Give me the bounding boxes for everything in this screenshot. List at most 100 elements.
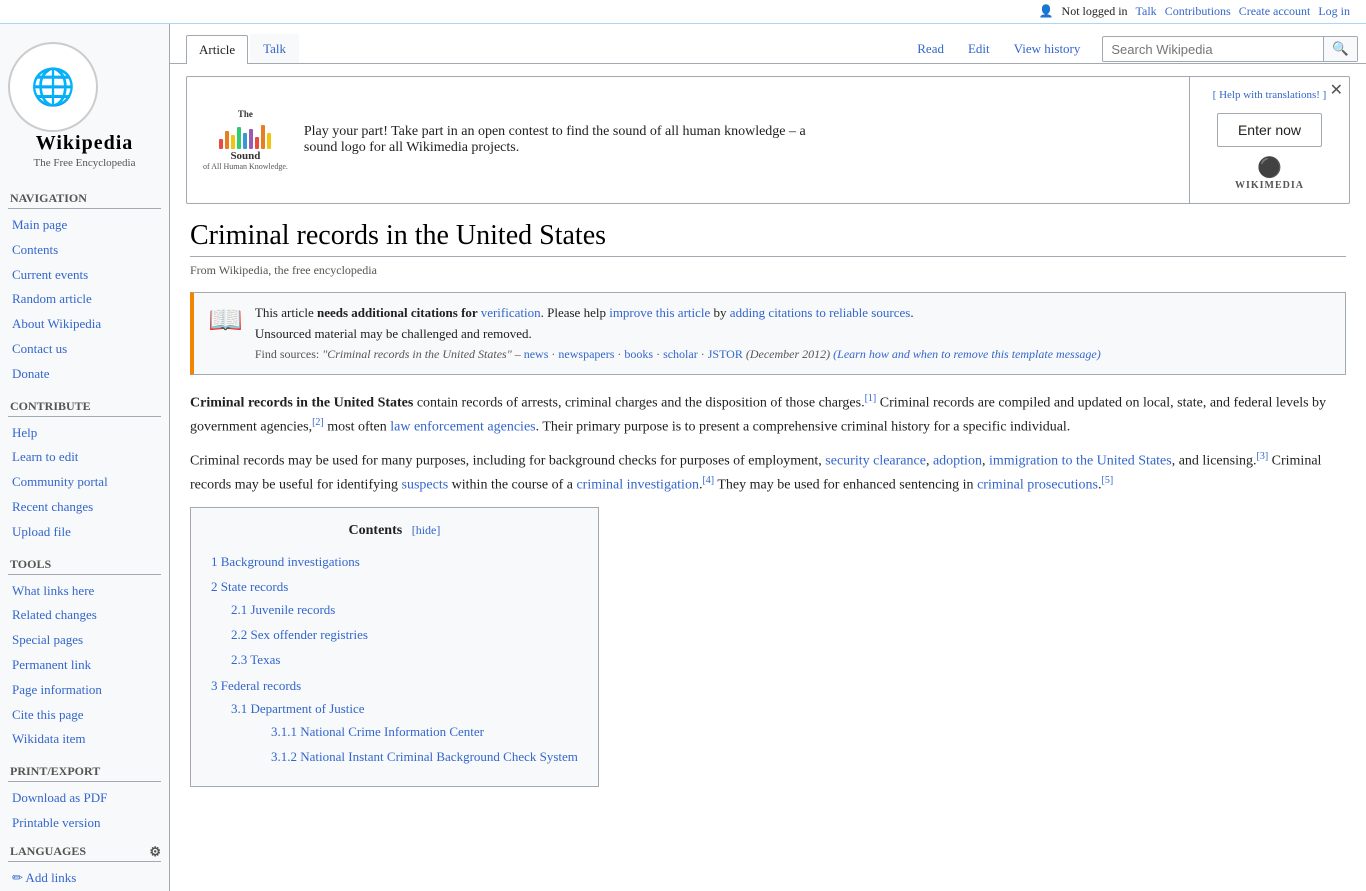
- contributions-link[interactable]: Contributions: [1165, 4, 1231, 19]
- list-item: 3.1.1 National Crime Information Center: [271, 720, 578, 745]
- find-sources: Find sources: "Criminal records in the U…: [255, 345, 1101, 364]
- sidebar-item-donate[interactable]: Donate: [8, 362, 161, 387]
- gear-icon[interactable]: ⚙: [149, 844, 161, 860]
- cite-2[interactable]: [2]: [312, 417, 324, 428]
- create-account-link[interactable]: Create account: [1239, 4, 1311, 19]
- citation-text: This article needs additional citations …: [255, 303, 1101, 364]
- newspapers-link[interactable]: newspapers: [558, 347, 614, 361]
- tab-view-history[interactable]: View history: [1004, 35, 1091, 63]
- article-subtitle: From Wikipedia, the free encyclopedia: [190, 263, 1346, 278]
- list-item: 3.1.2 National Instant Criminal Backgrou…: [271, 745, 578, 770]
- banner-logo: The Sound of Al: [203, 109, 288, 171]
- banner-right: [ Help with translations! ] Enter now ⚫ …: [1189, 77, 1349, 203]
- log-in-link[interactable]: Log in: [1318, 4, 1350, 19]
- contents-title: Contents [hide]: [211, 520, 578, 542]
- print-section: Print/export Download as PDF Printable v…: [8, 764, 161, 836]
- sidebar-item-main-page[interactable]: Main page: [8, 213, 161, 238]
- tools-title: Tools: [8, 557, 161, 575]
- logo-title: Wikipedia: [8, 132, 161, 155]
- sidebar-item-what-links-here[interactable]: What links here: [8, 579, 161, 604]
- tab-edit[interactable]: Edit: [958, 35, 1000, 63]
- tabs-bar: Article Talk Read Edit View history 🔍: [170, 24, 1366, 64]
- talk-link[interactable]: Talk: [1136, 4, 1157, 19]
- close-icon[interactable]: ✕: [1330, 83, 1343, 99]
- banner-main: The Sound of Al: [187, 77, 1189, 203]
- sidebar-item-about-wikipedia[interactable]: About Wikipedia: [8, 312, 161, 337]
- languages-section: Languages ⚙ ✏ Add links: [8, 844, 161, 891]
- suspects-link[interactable]: suspects: [402, 478, 449, 493]
- news-link[interactable]: news: [524, 347, 549, 361]
- tabs-right: Read Edit View history 🔍: [907, 35, 1366, 63]
- contribute-title: Contribute: [8, 399, 161, 417]
- print-title: Print/export: [8, 764, 161, 782]
- criminal-prosecutions-link[interactable]: criminal prosecutions: [977, 478, 1098, 493]
- search-button[interactable]: 🔍: [1323, 37, 1357, 61]
- sidebar-item-random-article[interactable]: Random article: [8, 287, 161, 312]
- learn-how-link[interactable]: (Learn how and when to remove this templ…: [833, 347, 1101, 361]
- sidebar-item-help[interactable]: Help: [8, 421, 161, 446]
- book-icon: 📖: [208, 303, 243, 364]
- sidebar-item-wikidata-item[interactable]: Wikidata item: [8, 727, 161, 752]
- sidebar-item-current-events[interactable]: Current events: [8, 263, 161, 288]
- navigation-section: Navigation Main page Contents Current ev…: [8, 191, 161, 387]
- list-item: 2.3 Texas: [231, 648, 578, 673]
- adding-citations-link[interactable]: adding citations to reliable sources: [730, 305, 911, 320]
- immigration-link[interactable]: immigration to the United States: [989, 454, 1172, 469]
- scholar-link[interactable]: scholar: [663, 347, 698, 361]
- add-languages-link[interactable]: ✏ Add links: [8, 866, 161, 891]
- cite-1[interactable]: [1]: [865, 393, 877, 404]
- tab-talk[interactable]: Talk: [250, 34, 299, 63]
- contribute-section: Contribute Help Learn to edit Community …: [8, 399, 161, 545]
- languages-title: Languages ⚙: [8, 844, 161, 862]
- cite-4[interactable]: [4]: [702, 475, 714, 486]
- tab-article[interactable]: Article: [186, 35, 248, 64]
- sidebar-item-page-information[interactable]: Page information: [8, 678, 161, 703]
- article-paragraph-2: Criminal records may be used for many pu…: [190, 449, 1346, 497]
- adoption-link[interactable]: adoption: [933, 454, 982, 469]
- sidebar-item-download-pdf[interactable]: Download as PDF: [8, 786, 161, 811]
- sidebar-item-contents[interactable]: Contents: [8, 238, 161, 263]
- enter-now-button[interactable]: Enter now: [1217, 113, 1322, 147]
- security-clearance-link[interactable]: security clearance: [825, 454, 926, 469]
- search-input[interactable]: [1103, 38, 1323, 61]
- not-logged-in-text: Not logged in: [1062, 4, 1128, 19]
- contents-hide-link[interactable]: [hide]: [412, 523, 441, 537]
- sidebar-item-learn-to-edit[interactable]: Learn to edit: [8, 445, 161, 470]
- cite-3[interactable]: [3]: [1256, 451, 1268, 462]
- sidebar-item-recent-changes[interactable]: Recent changes: [8, 495, 161, 520]
- article-content: Criminal records in the United States Fr…: [170, 212, 1366, 891]
- sidebar-item-upload-file[interactable]: Upload file: [8, 520, 161, 545]
- article-body: Criminal records in the United States co…: [190, 391, 1346, 803]
- list-item: 3 Federal records 3.1 Department of Just…: [211, 674, 578, 773]
- tab-read[interactable]: Read: [907, 35, 954, 63]
- sidebar-item-contact-us[interactable]: Contact us: [8, 337, 161, 362]
- list-item: 1 Background investigations: [211, 550, 578, 575]
- contents-list: 1 Background investigations 2 State reco…: [211, 550, 578, 773]
- list-item: 2.1 Juvenile records: [231, 598, 578, 623]
- banner: The Sound of Al: [186, 76, 1350, 204]
- jstor-link[interactable]: JSTOR: [708, 347, 743, 361]
- sidebar-item-community-portal[interactable]: Community portal: [8, 470, 161, 495]
- tools-section: Tools What links here Related changes Sp…: [8, 557, 161, 753]
- sidebar-item-permanent-link[interactable]: Permanent link: [8, 653, 161, 678]
- navigation-title: Navigation: [8, 191, 161, 209]
- search-bar[interactable]: 🔍: [1102, 36, 1358, 62]
- sidebar-item-special-pages[interactable]: Special pages: [8, 628, 161, 653]
- article-title: Criminal records in the United States: [190, 220, 1346, 257]
- sidebar-item-cite-this-page[interactable]: Cite this page: [8, 703, 161, 728]
- criminal-investigation-link[interactable]: criminal investigation: [576, 478, 698, 493]
- cite-5[interactable]: [5]: [1101, 475, 1113, 486]
- books-link[interactable]: books: [624, 347, 653, 361]
- help-translations-link[interactable]: [ Help with translations! ]: [1213, 89, 1327, 101]
- sidebar: 🌐 Wikipedia The Free Encyclopedia Naviga…: [0, 24, 170, 891]
- wikimedia-label: WIKIMEDIA: [1235, 180, 1304, 191]
- list-item: 2.2 Sex offender registries: [231, 623, 578, 648]
- verification-link[interactable]: verification: [481, 305, 541, 320]
- sidebar-item-printable-version[interactable]: Printable version: [8, 811, 161, 836]
- citation-needed-box: 📖 This article needs additional citation…: [190, 292, 1346, 375]
- sidebar-item-related-changes[interactable]: Related changes: [8, 603, 161, 628]
- content-area: Article Talk Read Edit View history 🔍 Th…: [170, 24, 1366, 891]
- list-item: 2 State records 2.1 Juvenile records 2.2…: [211, 575, 578, 674]
- law-enforcement-link[interactable]: law enforcement agencies: [390, 419, 535, 434]
- improve-article-link[interactable]: improve this article: [609, 305, 710, 320]
